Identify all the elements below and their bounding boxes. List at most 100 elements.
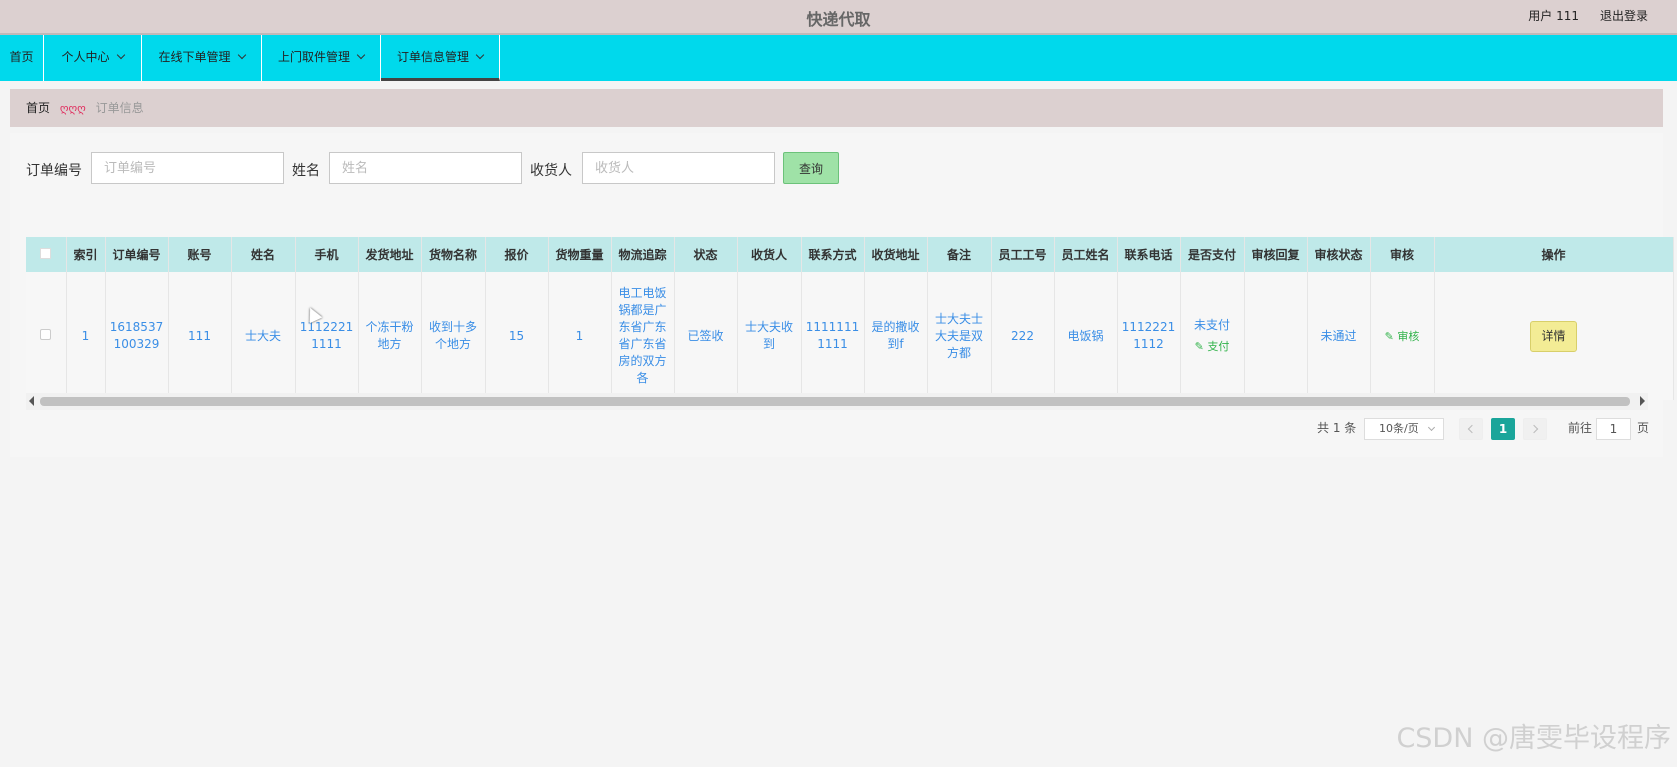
goto-page-input[interactable] [1596, 418, 1631, 440]
column-header: 状态 [674, 237, 738, 272]
nav-item-label: 个人中心 [61, 50, 110, 64]
column-header: 审核 [1370, 237, 1435, 272]
pay-link[interactable]: ✎ 支付 [1185, 338, 1240, 355]
scrollbar-thumb[interactable] [40, 397, 1630, 406]
column-header: 审核回复 [1244, 237, 1308, 272]
cell-paid: 未支付 ✎ 支付 [1180, 272, 1245, 400]
main-nav: 首页 个人中心 在线下单管理 上门取件管理 订单信息管理 [0, 33, 1677, 81]
cell-ship-address: 个冻干粉地方 [358, 272, 422, 400]
nav-item-label: 在线下单管理 [158, 50, 231, 64]
scroll-left-arrow-icon[interactable] [29, 396, 34, 406]
edit-icon: ✎ [1384, 329, 1394, 343]
top-header: 快递代取 用户 111 退出登录 [0, 0, 1677, 33]
cell-review-status: 未通过 [1307, 272, 1371, 400]
cell-price: 15 [485, 272, 549, 400]
column-header: 报价 [485, 237, 549, 272]
chevron-left-icon [1467, 424, 1477, 434]
select-all-checkbox[interactable] [40, 247, 52, 259]
chevron-down-icon [237, 50, 246, 60]
nav-item-online-order[interactable]: 在线下单管理 [142, 35, 262, 81]
chevron-down-icon [475, 50, 485, 60]
edit-icon: ✎ [1194, 340, 1204, 353]
detail-button[interactable]: 详情 [1530, 320, 1577, 352]
nav-item-home[interactable]: 首页 [0, 35, 44, 81]
column-header: 联系电话 [1117, 237, 1181, 272]
cell-review-reply [1244, 272, 1308, 400]
table-row: 1 1618537100329 111 士大夫 11122211111 个冻干粉… [26, 272, 1674, 400]
cell-phone: 11122211111 [295, 272, 359, 400]
cell-remark: 士大夫士大夫是双方都 [927, 272, 992, 400]
cell-staff-no: 222 [991, 272, 1055, 400]
name-label: 姓名 [292, 163, 320, 179]
nav-item-label: 订单信息管理 [396, 50, 469, 64]
column-header: 订单编号 [105, 237, 169, 272]
cell-account: 111 [168, 272, 232, 400]
breadcrumb-home[interactable]: 首页 [26, 101, 50, 115]
nav-item-label: 首页 [9, 50, 34, 64]
column-header: 索引 [66, 237, 106, 272]
cell-weight: 1 [548, 272, 612, 400]
cell-order-no: 1618537100329 [105, 272, 169, 400]
pay-link-label: 支付 [1207, 340, 1230, 353]
chevron-down-icon [356, 50, 366, 60]
nav-item-order-info[interactable]: 订单信息管理 [381, 35, 500, 81]
order-no-input[interactable] [91, 152, 284, 184]
page-suffix-label: 页 [1637, 421, 1650, 435]
column-header: 收货人 [737, 237, 802, 272]
next-page-button[interactable] [1523, 418, 1547, 440]
review-link[interactable]: ✎ 审核 [1385, 330, 1420, 343]
scroll-right-arrow-icon[interactable] [1640, 396, 1645, 406]
cell-index: 1 [66, 272, 106, 400]
column-header: 审核状态 [1307, 237, 1371, 272]
column-header: 货物名称 [421, 237, 486, 272]
cell-name: 士大夫 [231, 272, 296, 400]
cell-goods-name: 收到十多个地方 [421, 272, 486, 400]
cell-tracking: 电工电饭锅都是广东省广东省广东省房的双方各 [611, 272, 675, 400]
chevron-right-icon [1529, 424, 1539, 434]
column-header: 物流追踪 [611, 237, 675, 272]
column-header: 货物重量 [548, 237, 612, 272]
cell-receive-address: 是的撒收到f [864, 272, 928, 400]
table-header-row: 索引 订单编号 账号 姓名 手机 发货地址 货物名称 报价 货物重量 物流追踪 … [26, 237, 1674, 272]
cell-receiver: 士大夫收到 [737, 272, 802, 400]
cell-staff-name: 电饭锅 [1054, 272, 1118, 400]
column-header: 收货地址 [864, 237, 928, 272]
receiver-label: 收货人 [530, 163, 572, 179]
name-input[interactable] [329, 152, 522, 184]
row-select-cell[interactable] [26, 272, 67, 400]
column-header: 联系方式 [801, 237, 865, 272]
nav-item-pickup[interactable]: 上门取件管理 [262, 35, 381, 81]
logout-link[interactable]: 退出登录 [1600, 7, 1648, 24]
chevron-down-icon [1427, 423, 1436, 432]
prev-page-button[interactable] [1459, 418, 1483, 440]
column-header: 员工工号 [991, 237, 1055, 272]
goto-label: 前往 [1568, 421, 1593, 435]
column-header: 员工姓名 [1054, 237, 1118, 272]
nav-item-personal-center[interactable]: 个人中心 [44, 35, 142, 81]
breadcrumb-separator: ღღღ [59, 102, 86, 115]
column-header: 发货地址 [358, 237, 422, 272]
nav-item-label: 上门取件管理 [277, 50, 350, 64]
page-number-current[interactable]: 1 [1491, 418, 1515, 440]
select-all-cell[interactable] [26, 237, 67, 272]
breadcrumb-current: 订单信息 [95, 101, 144, 115]
query-button[interactable]: 查询 [783, 152, 839, 184]
column-header: 操作 [1434, 237, 1674, 272]
column-header: 账号 [168, 237, 232, 272]
column-header: 姓名 [231, 237, 296, 272]
cell-actions: 详情 [1434, 272, 1674, 400]
row-checkbox[interactable] [40, 328, 52, 340]
paid-status: 未支付 [1193, 318, 1230, 332]
review-link-label: 审核 [1397, 329, 1420, 343]
pagination-total: 共 1 条 [1317, 421, 1357, 435]
table-horizontal-scrollbar[interactable] [26, 393, 1648, 410]
receiver-input[interactable] [582, 152, 775, 184]
column-header: 是否支付 [1180, 237, 1245, 272]
cell-staff-phone: 11122211112 [1117, 272, 1181, 400]
watermark: CSDN @唐雯毕设程序 [1396, 723, 1671, 754]
column-header: 手机 [295, 237, 359, 272]
column-header: 备注 [927, 237, 992, 272]
breadcrumb: 首页 ღღღ 订单信息 [10, 89, 1663, 127]
page-size-value: 10条/页 [1379, 422, 1419, 435]
page-size-select[interactable]: 10条/页 [1364, 418, 1444, 440]
